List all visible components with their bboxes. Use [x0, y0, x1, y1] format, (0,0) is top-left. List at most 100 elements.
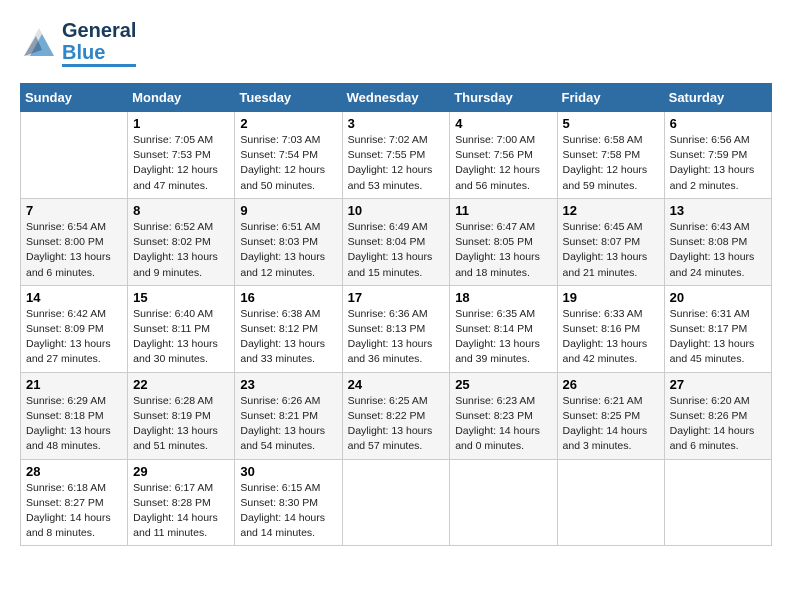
day-number: 11 [455, 203, 551, 218]
calendar-cell [664, 459, 771, 546]
col-header-wednesday: Wednesday [342, 84, 450, 112]
day-info: Sunrise: 6:18 AMSunset: 8:27 PMDaylight:… [26, 481, 122, 542]
day-info: Sunrise: 7:00 AMSunset: 7:56 PMDaylight:… [455, 133, 551, 194]
day-number: 7 [26, 203, 122, 218]
calendar-cell: 10Sunrise: 6:49 AMSunset: 8:04 PMDayligh… [342, 198, 450, 285]
day-number: 10 [348, 203, 445, 218]
day-info: Sunrise: 6:29 AMSunset: 8:18 PMDaylight:… [26, 394, 122, 455]
day-info: Sunrise: 6:43 AMSunset: 8:08 PMDaylight:… [670, 220, 766, 281]
day-info: Sunrise: 6:28 AMSunset: 8:19 PMDaylight:… [133, 394, 229, 455]
calendar-cell: 21 Sunrise: 6:29 AMSunset: 8:18 PMDayligh… [21, 372, 128, 459]
day-number: 3 [348, 116, 445, 131]
calendar-cell: 24 Sunrise: 6:25 AMSunset: 8:22 PMDayligh… [342, 372, 450, 459]
day-info: Sunrise: 6:15 AMSunset: 8:30 PMDaylight:… [240, 481, 336, 542]
logo-blue: Blue [62, 42, 136, 67]
calendar-week-row: 28 Sunrise: 6:18 AMSunset: 8:27 PMDayligh… [21, 459, 772, 546]
logo-general: General [62, 20, 136, 42]
calendar-cell: 28 Sunrise: 6:18 AMSunset: 8:27 PMDayligh… [21, 459, 128, 546]
calendar-cell: 2 Sunrise: 7:03 AMSunset: 7:54 PMDaylight… [235, 112, 342, 199]
calendar-week-row: 7 Sunrise: 6:54 AMSunset: 8:00 PMDaylight… [21, 198, 772, 285]
day-info: Sunrise: 6:47 AMSunset: 8:05 PMDaylight:… [455, 220, 551, 281]
day-number: 16 [240, 290, 336, 305]
day-number: 1 [133, 116, 229, 131]
calendar-week-row: 1Sunrise: 7:05 AMSunset: 7:53 PMDaylight… [21, 112, 772, 199]
day-info: Sunrise: 7:02 AMSunset: 7:55 PMDaylight:… [348, 133, 445, 194]
col-header-sunday: Sunday [21, 84, 128, 112]
calendar-cell [557, 459, 664, 546]
logo-icon [20, 22, 58, 60]
day-number: 20 [670, 290, 766, 305]
day-number: 23 [240, 377, 336, 392]
day-info: Sunrise: 6:54 AMSunset: 8:00 PMDaylight:… [26, 220, 122, 281]
calendar-cell: 29 Sunrise: 6:17 AMSunset: 8:28 PMDayligh… [128, 459, 235, 546]
day-info: Sunrise: 6:45 AMSunset: 8:07 PMDaylight:… [563, 220, 659, 281]
calendar-cell: 11 Sunrise: 6:47 AMSunset: 8:05 PMDayligh… [450, 198, 557, 285]
day-info: Sunrise: 6:58 AMSunset: 7:58 PMDaylight:… [563, 133, 659, 194]
calendar-cell: 23 Sunrise: 6:26 AMSunset: 8:21 PMDayligh… [235, 372, 342, 459]
calendar-cell: 5Sunrise: 6:58 AMSunset: 7:58 PMDaylight… [557, 112, 664, 199]
col-header-saturday: Saturday [664, 84, 771, 112]
calendar-week-row: 21 Sunrise: 6:29 AMSunset: 8:18 PMDayligh… [21, 372, 772, 459]
day-number: 22 [133, 377, 229, 392]
calendar-cell [342, 459, 450, 546]
day-number: 28 [26, 464, 122, 479]
day-info: Sunrise: 7:03 AMSunset: 7:54 PMDaylight:… [240, 133, 336, 194]
day-info: Sunrise: 6:23 AMSunset: 8:23 PMDaylight:… [455, 394, 551, 455]
day-info: Sunrise: 6:36 AMSunset: 8:13 PMDaylight:… [348, 307, 445, 368]
day-info: Sunrise: 6:26 AMSunset: 8:21 PMDaylight:… [240, 394, 336, 455]
calendar-cell: 13 Sunrise: 6:43 AMSunset: 8:08 PMDayligh… [664, 198, 771, 285]
day-number: 21 [26, 377, 122, 392]
col-header-friday: Friday [557, 84, 664, 112]
calendar-cell: 25 Sunrise: 6:23 AMSunset: 8:23 PMDayligh… [450, 372, 557, 459]
calendar-cell: 4 Sunrise: 7:00 AMSunset: 7:56 PMDaylight… [450, 112, 557, 199]
page-header: General Blue [20, 20, 772, 67]
day-info: Sunrise: 6:38 AMSunset: 8:12 PMDaylight:… [240, 307, 336, 368]
day-number: 27 [670, 377, 766, 392]
day-info: Sunrise: 6:31 AMSunset: 8:17 PMDaylight:… [670, 307, 766, 368]
day-info: Sunrise: 6:35 AMSunset: 8:14 PMDaylight:… [455, 307, 551, 368]
col-header-monday: Monday [128, 84, 235, 112]
day-number: 15 [133, 290, 229, 305]
day-info: Sunrise: 6:21 AMSunset: 8:25 PMDaylight:… [563, 394, 659, 455]
day-number: 29 [133, 464, 229, 479]
calendar-table: SundayMondayTuesdayWednesdayThursdayFrid… [20, 83, 772, 546]
day-number: 8 [133, 203, 229, 218]
day-number: 25 [455, 377, 551, 392]
calendar-cell: 6Sunrise: 6:56 AMSunset: 7:59 PMDaylight… [664, 112, 771, 199]
day-number: 19 [563, 290, 659, 305]
day-number: 4 [455, 116, 551, 131]
day-number: 24 [348, 377, 445, 392]
calendar-cell: 17Sunrise: 6:36 AMSunset: 8:13 PMDayligh… [342, 285, 450, 372]
col-header-thursday: Thursday [450, 84, 557, 112]
day-info: Sunrise: 6:20 AMSunset: 8:26 PMDaylight:… [670, 394, 766, 455]
calendar-cell [450, 459, 557, 546]
calendar-cell: 27 Sunrise: 6:20 AMSunset: 8:26 PMDayligh… [664, 372, 771, 459]
calendar-cell: 15Sunrise: 6:40 AMSunset: 8:11 PMDayligh… [128, 285, 235, 372]
day-info: Sunrise: 6:17 AMSunset: 8:28 PMDaylight:… [133, 481, 229, 542]
day-info: Sunrise: 6:42 AMSunset: 8:09 PMDaylight:… [26, 307, 122, 368]
calendar-cell: 1Sunrise: 7:05 AMSunset: 7:53 PMDaylight… [128, 112, 235, 199]
calendar-week-row: 14 Sunrise: 6:42 AMSunset: 8:09 PMDayligh… [21, 285, 772, 372]
day-number: 13 [670, 203, 766, 218]
logo: General Blue [20, 20, 136, 67]
calendar-cell: 20 Sunrise: 6:31 AMSunset: 8:17 PMDayligh… [664, 285, 771, 372]
calendar-cell: 26 Sunrise: 6:21 AMSunset: 8:25 PMDayligh… [557, 372, 664, 459]
calendar-cell: 19Sunrise: 6:33 AMSunset: 8:16 PMDayligh… [557, 285, 664, 372]
calendar-cell: 8 Sunrise: 6:52 AMSunset: 8:02 PMDaylight… [128, 198, 235, 285]
day-info: Sunrise: 6:52 AMSunset: 8:02 PMDaylight:… [133, 220, 229, 281]
day-info: Sunrise: 6:25 AMSunset: 8:22 PMDaylight:… [348, 394, 445, 455]
col-header-tuesday: Tuesday [235, 84, 342, 112]
calendar-cell: 16 Sunrise: 6:38 AMSunset: 8:12 PMDayligh… [235, 285, 342, 372]
calendar-cell [21, 112, 128, 199]
calendar-cell: 7 Sunrise: 6:54 AMSunset: 8:00 PMDaylight… [21, 198, 128, 285]
day-number: 26 [563, 377, 659, 392]
calendar-cell: 14 Sunrise: 6:42 AMSunset: 8:09 PMDayligh… [21, 285, 128, 372]
day-number: 2 [240, 116, 336, 131]
calendar-cell: 3 Sunrise: 7:02 AMSunset: 7:55 PMDaylight… [342, 112, 450, 199]
day-number: 14 [26, 290, 122, 305]
calendar-cell: 18Sunrise: 6:35 AMSunset: 8:14 PMDayligh… [450, 285, 557, 372]
day-number: 30 [240, 464, 336, 479]
calendar-cell: 9Sunrise: 6:51 AMSunset: 8:03 PMDaylight… [235, 198, 342, 285]
calendar-cell: 12Sunrise: 6:45 AMSunset: 8:07 PMDayligh… [557, 198, 664, 285]
day-info: Sunrise: 6:51 AMSunset: 8:03 PMDaylight:… [240, 220, 336, 281]
